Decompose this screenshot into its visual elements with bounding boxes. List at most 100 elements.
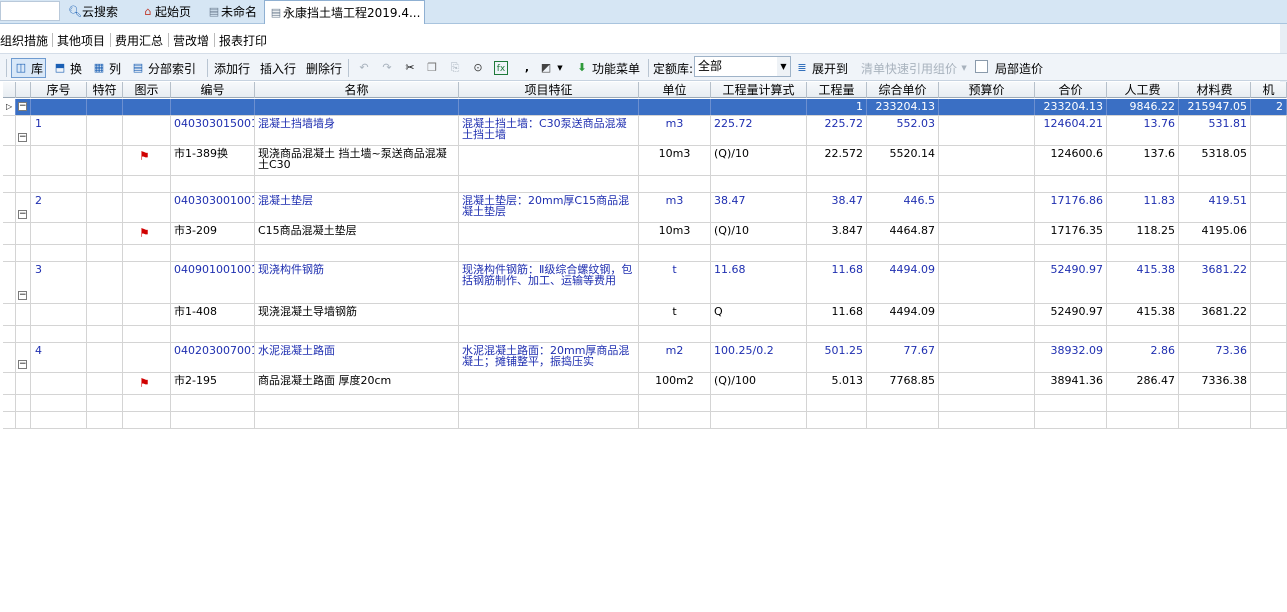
cell-col-code[interactable]: 040203007001 xyxy=(171,343,255,372)
cell-col-unit[interactable] xyxy=(639,395,711,411)
cell-col-figure[interactable] xyxy=(123,176,171,192)
header-col-figure[interactable]: 图示 xyxy=(123,82,171,98)
cell-col-figure[interactable] xyxy=(123,343,171,372)
cell-col-name[interactable]: 现浇商品混凝土 挡土墙~泵送商品混凝土C30 xyxy=(255,146,459,175)
cell-col-budget-price[interactable] xyxy=(939,326,1035,342)
function-menu-button[interactable]: ⬇ 功能菜单 xyxy=(575,58,640,78)
cell-col-material[interactable]: 215947.05 xyxy=(1179,99,1251,115)
cell-col-special[interactable] xyxy=(87,193,123,222)
cell-col-code[interactable] xyxy=(171,176,255,192)
cell-col-labor[interactable] xyxy=(1107,395,1179,411)
cell-col-special[interactable] xyxy=(87,395,123,411)
cell-col-name[interactable] xyxy=(255,326,459,342)
menu-vat-reform[interactable]: 营改增 xyxy=(173,32,209,49)
cell-col-qty[interactable]: 1 xyxy=(807,99,867,115)
cell-col-special[interactable] xyxy=(87,373,123,394)
cell-col-budget-price[interactable] xyxy=(939,223,1035,244)
cell-col-total[interactable]: 38941.36 xyxy=(1035,373,1107,394)
cell-col-code[interactable]: 040901001001 xyxy=(171,262,255,303)
empty-row[interactable] xyxy=(3,245,1287,262)
cell-col-budget-price[interactable] xyxy=(939,395,1035,411)
paste-button[interactable]: ⎘ xyxy=(448,58,462,78)
empty-row[interactable] xyxy=(3,395,1287,412)
collapse-toggle-icon[interactable]: − xyxy=(18,133,27,142)
cloud-search-button[interactable]: 🔍︎ 云搜索 xyxy=(64,0,122,23)
cell-col-feature[interactable] xyxy=(459,245,639,261)
cell-col-machinery[interactable] xyxy=(1251,193,1287,222)
cell-col-seq[interactable] xyxy=(31,395,87,411)
cell-col-qty[interactable]: 11.68 xyxy=(807,304,867,325)
cell-col-unit[interactable] xyxy=(639,412,711,428)
header-row-marker-col[interactable] xyxy=(3,82,16,98)
cell-col-unit[interactable] xyxy=(639,176,711,192)
header-tree-col[interactable] xyxy=(16,82,31,98)
cell-col-formula[interactable] xyxy=(711,99,807,115)
cell-col-feature[interactable] xyxy=(459,412,639,428)
cell-col-unit-price[interactable]: 77.67 xyxy=(867,343,939,372)
cell-col-machinery[interactable] xyxy=(1251,223,1287,244)
cell-col-feature[interactable]: 水泥混凝土路面：20mm厚商品混凝土；摊铺整平，振捣压实 xyxy=(459,343,639,372)
cell-col-qty[interactable]: 3.847 xyxy=(807,223,867,244)
cell-col-labor[interactable] xyxy=(1107,176,1179,192)
cell-col-special[interactable] xyxy=(87,176,123,192)
cell-col-feature[interactable] xyxy=(459,223,639,244)
cell-col-unit[interactable]: 100m2 xyxy=(639,373,711,394)
empty-row[interactable] xyxy=(3,326,1287,343)
cell-col-feature[interactable]: 混凝土挡土墙：C30泵送商品混凝土挡土墙 xyxy=(459,116,639,145)
cell-col-budget-price[interactable] xyxy=(939,116,1035,145)
expand-to-button[interactable]: ≣ 展开到 xyxy=(795,58,848,78)
cut-button[interactable]: ✂ xyxy=(403,58,417,78)
cell-col-seq[interactable] xyxy=(31,176,87,192)
cell-col-figure[interactable] xyxy=(123,412,171,428)
empty-row[interactable] xyxy=(3,176,1287,193)
cell-col-material[interactable] xyxy=(1179,326,1251,342)
cell-col-feature[interactable] xyxy=(459,395,639,411)
cell-col-figure[interactable]: ⚑ xyxy=(123,373,171,394)
header-col-code[interactable]: 编号 xyxy=(171,82,255,98)
cell-col-material[interactable] xyxy=(1179,395,1251,411)
cell-col-seq[interactable] xyxy=(31,223,87,244)
cell-col-labor[interactable]: 415.38 xyxy=(1107,304,1179,325)
cell-col-labor[interactable] xyxy=(1107,412,1179,428)
cell-col-seq[interactable]: 2 xyxy=(31,193,87,222)
header-col-special[interactable]: 特符 xyxy=(87,82,123,98)
library-button[interactable]: ◫ 库 xyxy=(11,58,47,78)
cell-col-qty[interactable]: 501.25 xyxy=(807,343,867,372)
cell-col-figure[interactable] xyxy=(123,99,171,115)
bill-item-row[interactable]: −3 040901001001 现浇构件钢筋 现浇构件钢筋：Ⅱ级综合螺纹钢，包括钢筋制… xyxy=(3,262,1287,304)
cell-col-code[interactable] xyxy=(171,245,255,261)
cell-col-special[interactable] xyxy=(87,245,123,261)
cell-col-budget-price[interactable] xyxy=(939,146,1035,175)
cell-col-unit-price[interactable]: 233204.13 xyxy=(867,99,939,115)
cell-col-figure[interactable] xyxy=(123,116,171,145)
cell-col-unit-price[interactable] xyxy=(867,245,939,261)
cell-col-figure[interactable]: ⚑ xyxy=(123,146,171,175)
cloud-search-input[interactable] xyxy=(0,1,60,21)
cell-col-machinery[interactable] xyxy=(1251,176,1287,192)
cell-col-material[interactable]: 419.51 xyxy=(1179,193,1251,222)
cell-col-code[interactable] xyxy=(171,326,255,342)
cell-col-formula[interactable]: (Q)/10 xyxy=(711,146,807,175)
header-col-budget-price[interactable]: 预算价 xyxy=(939,82,1035,98)
cell-col-unit[interactable]: t xyxy=(639,262,711,303)
cell-col-name[interactable] xyxy=(255,99,459,115)
cell-col-code[interactable]: 040303015001 xyxy=(171,116,255,145)
cell-col-code[interactable]: 市3-209 xyxy=(171,223,255,244)
cell-col-code[interactable]: 040303001001 xyxy=(171,193,255,222)
cell-col-total[interactable]: 52490.97 xyxy=(1035,262,1107,303)
insert-row-button[interactable]: 插入行 xyxy=(260,58,296,78)
cell-col-name[interactable]: 水泥混凝土路面 xyxy=(255,343,459,372)
cell-col-formula[interactable]: 11.68 xyxy=(711,262,807,303)
section-index-button[interactable]: ▤ 分部索引 xyxy=(131,58,196,78)
cell-col-feature[interactable] xyxy=(459,326,639,342)
header-col-seq[interactable]: 序号 xyxy=(31,82,87,98)
cell-col-special[interactable] xyxy=(87,146,123,175)
header-col-material[interactable]: 材料费 xyxy=(1179,82,1251,98)
cell-col-code[interactable]: 市1-408 xyxy=(171,304,255,325)
cell-col-unit-price[interactable] xyxy=(867,412,939,428)
cell-col-feature[interactable] xyxy=(459,146,639,175)
cell-col-machinery[interactable] xyxy=(1251,373,1287,394)
delete-row-button[interactable]: 删除行 xyxy=(306,58,342,78)
quota-library-select[interactable]: 全部 ▼ xyxy=(694,56,791,77)
tab-untitled[interactable]: ▤ 未命名 xyxy=(203,0,261,23)
